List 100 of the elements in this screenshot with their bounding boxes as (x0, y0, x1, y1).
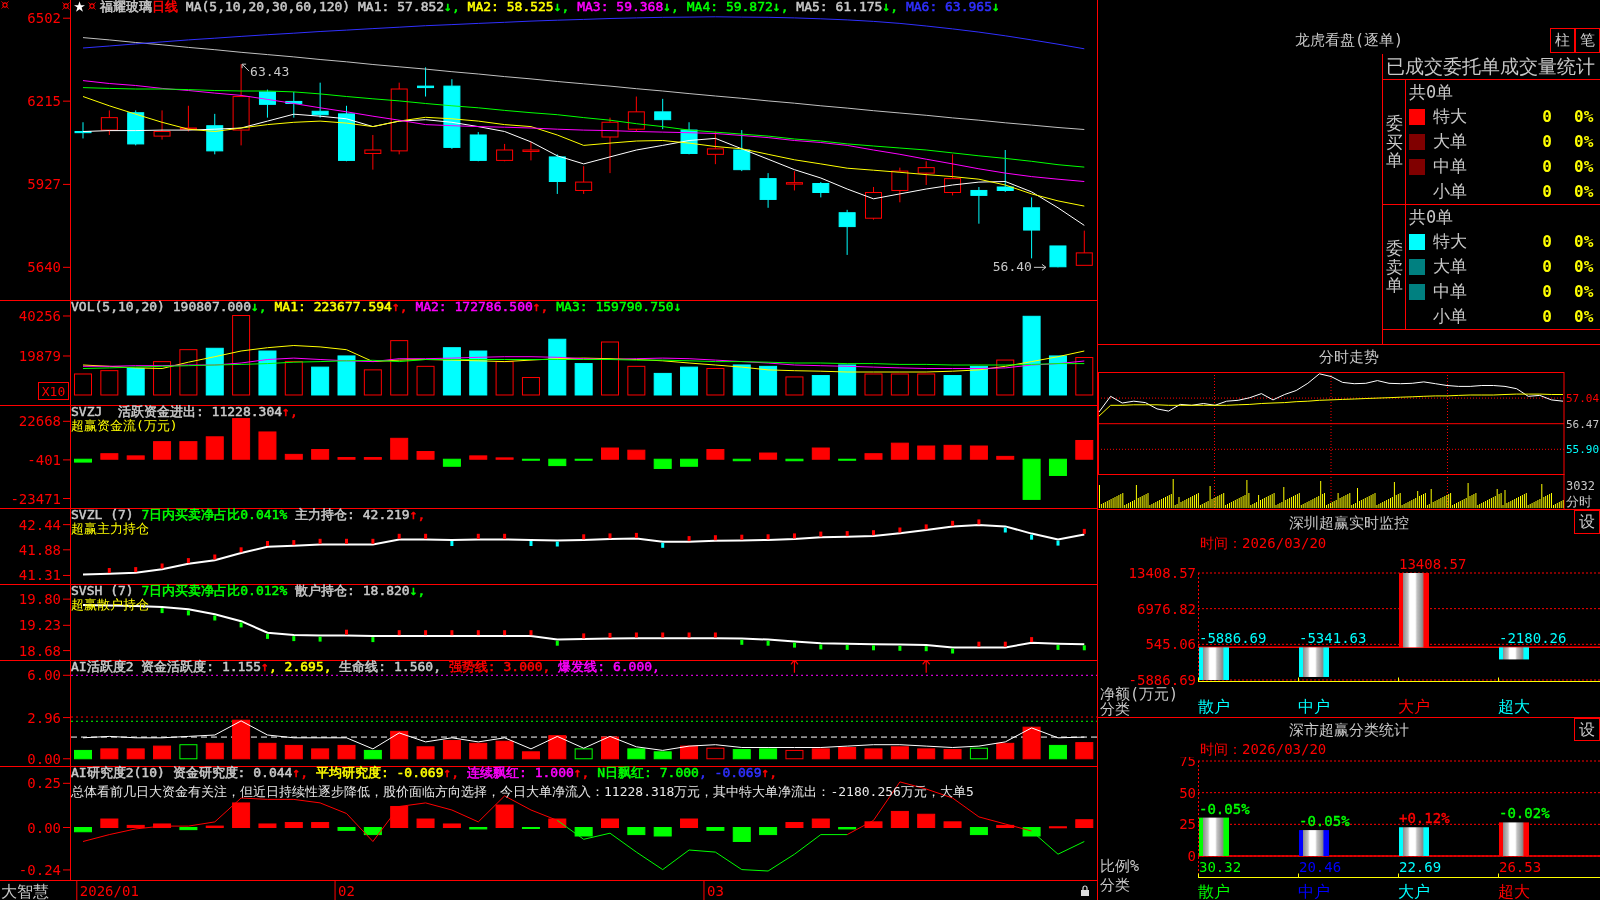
candlestick (100, 109, 118, 136)
change-mark (1003, 641, 1007, 647)
change-mark (292, 540, 296, 546)
histogram-bar (1022, 827, 1041, 837)
date-label: 03 (706, 883, 724, 899)
volume-bar (284, 361, 303, 396)
chart-legend-text: ↑, (573, 766, 590, 780)
axis-tick-label: 41.31 (18, 567, 61, 584)
volume-bar (205, 347, 224, 396)
change-mark (503, 630, 507, 636)
histogram-bar (943, 821, 962, 828)
change-label: -0.05% (1199, 800, 1250, 817)
change-mark (555, 541, 559, 547)
date-label: 2026/01 (79, 883, 139, 899)
candlestick (1049, 245, 1067, 268)
order-share: 0% (1574, 132, 1594, 151)
change-mark (266, 633, 269, 639)
histogram-bar (390, 805, 409, 828)
order-count: 0 (1542, 232, 1552, 251)
candlestick (654, 98, 672, 130)
histogram-bar (574, 827, 593, 837)
change-mark (661, 632, 665, 638)
axis-tick-label: -0.24 (18, 861, 61, 878)
volume-bar (653, 372, 672, 396)
histogram-bar (390, 437, 409, 460)
chart-legend-text: , 2.695, (268, 660, 332, 674)
volume-bar (917, 373, 936, 396)
order-type-label: 中单 (1433, 155, 1467, 178)
histogram-bar (521, 751, 540, 760)
histogram-bar (680, 458, 699, 467)
histogram-bar (917, 748, 936, 760)
histogram-bar (1048, 826, 1067, 829)
candlestick (1023, 196, 1041, 259)
chart-legend-text: AI活跃度2 资金活跃度: 1.155 (71, 660, 262, 674)
axis-tick-label: 57.04 (1566, 392, 1600, 406)
volume-bar (811, 375, 830, 396)
histogram-bar (1075, 742, 1094, 760)
change-mark (1056, 644, 1060, 650)
histogram-bar (759, 748, 778, 760)
axis-tick-label: 0.25 (27, 775, 61, 792)
axis-tick-label: 5640 (27, 259, 61, 276)
unit-label: X10 (38, 382, 69, 400)
change-mark (608, 533, 612, 539)
histogram-bar (574, 748, 593, 760)
order-share: 0% (1574, 232, 1594, 251)
settings-button[interactable]: 设 (1574, 718, 1600, 741)
change-mark (213, 615, 217, 621)
axis-tick-label: 55.90 (1566, 443, 1600, 457)
volume-bar (179, 349, 198, 396)
value-label: -5341.63 (1299, 630, 1367, 647)
order-type-label: 特大 (1433, 105, 1467, 128)
histogram-bar (680, 818, 699, 828)
histogram-bar (838, 827, 857, 830)
histogram-bar (996, 742, 1015, 760)
order-type-label: 小单 (1433, 305, 1467, 328)
view-toggle-button[interactable]: 笔 (1575, 28, 1600, 53)
order-count: 0 (1542, 307, 1552, 326)
settings-button[interactable]: 设 (1574, 510, 1600, 534)
indicator-title: 超赢资金流(万元) (71, 419, 178, 433)
axis-tick-label: 19.80 (18, 591, 61, 608)
change-mark (872, 645, 875, 651)
change-mark (845, 531, 849, 537)
histogram-bar (627, 827, 646, 836)
ring-icon (1, 1, 9, 9)
candlestick (917, 160, 935, 186)
histogram-bar (1075, 819, 1094, 828)
chart-legend-text: 散户持仓: 18.820 (294, 584, 410, 598)
histogram-bar (100, 453, 119, 460)
change-mark (766, 640, 770, 646)
value-label: 30.32 (1199, 859, 1242, 875)
change-mark (1056, 540, 1060, 546)
change-mark (872, 530, 875, 536)
histogram-bar (337, 827, 356, 831)
change-mark (819, 531, 823, 537)
histogram-bar (337, 457, 356, 460)
flow-bar (1299, 830, 1329, 856)
change-mark (661, 542, 665, 548)
histogram-bar (996, 455, 1015, 460)
candlestick (338, 105, 355, 162)
value-label: 26.53 (1499, 859, 1542, 875)
change-mark (819, 644, 823, 650)
change-mark (898, 527, 902, 533)
candlestick (285, 91, 303, 119)
chart-legend-text: ↑, (391, 300, 408, 314)
category-label: 超大 (1498, 697, 1530, 716)
volume-bar (759, 365, 778, 396)
change-mark (397, 533, 401, 539)
view-toggle-button[interactable]: 柱 (1550, 28, 1575, 53)
volume-bar (521, 377, 540, 396)
histogram-bar (548, 818, 567, 828)
chart-legend-text: SVSH (7) (71, 584, 135, 598)
volume-axis-label: 分时 (1566, 494, 1592, 509)
order-share: 0% (1574, 107, 1594, 126)
chart-legend-text: VOL(5,10,20) 190807.000 (71, 300, 251, 314)
order-side-label: 委卖单 (1385, 238, 1403, 296)
volume-bar (126, 368, 145, 396)
histogram-bar (785, 822, 804, 828)
candlestick (522, 141, 540, 161)
change-mark (529, 541, 533, 546)
histogram-bar (627, 748, 646, 760)
